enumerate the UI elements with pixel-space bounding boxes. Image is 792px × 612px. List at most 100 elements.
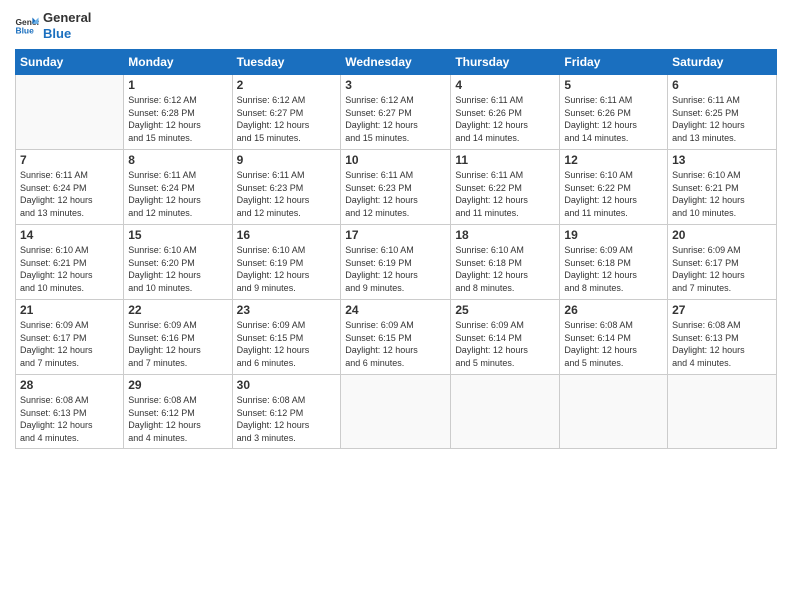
day-number: 27	[672, 303, 772, 317]
logo: General Blue General Blue	[15, 10, 91, 41]
day-number: 14	[20, 228, 119, 242]
day-info: Sunrise: 6:10 AM Sunset: 6:18 PM Dayligh…	[455, 244, 555, 294]
calendar-cell: 5 Sunrise: 6:11 AM Sunset: 6:26 PM Daylig…	[560, 75, 668, 150]
calendar-cell	[341, 375, 451, 448]
day-number: 28	[20, 378, 119, 392]
logo-icon: General Blue	[15, 16, 39, 36]
day-info: Sunrise: 6:09 AM Sunset: 6:15 PM Dayligh…	[237, 319, 337, 369]
day-info: Sunrise: 6:12 AM Sunset: 6:27 PM Dayligh…	[237, 94, 337, 144]
day-number: 1	[128, 78, 227, 92]
day-number: 5	[564, 78, 663, 92]
day-info: Sunrise: 6:09 AM Sunset: 6:18 PM Dayligh…	[564, 244, 663, 294]
col-header-wednesday: Wednesday	[341, 50, 451, 75]
day-number: 22	[128, 303, 227, 317]
calendar-cell: 26 Sunrise: 6:08 AM Sunset: 6:14 PM Dayli…	[560, 300, 668, 375]
logo-text-blue: Blue	[43, 26, 91, 42]
col-header-sunday: Sunday	[16, 50, 124, 75]
day-info: Sunrise: 6:09 AM Sunset: 6:17 PM Dayligh…	[20, 319, 119, 369]
calendar-cell: 30 Sunrise: 6:08 AM Sunset: 6:12 PM Dayli…	[232, 375, 341, 448]
day-info: Sunrise: 6:11 AM Sunset: 6:24 PM Dayligh…	[128, 169, 227, 219]
day-info: Sunrise: 6:10 AM Sunset: 6:22 PM Dayligh…	[564, 169, 663, 219]
day-number: 2	[237, 78, 337, 92]
calendar-cell: 28 Sunrise: 6:08 AM Sunset: 6:13 PM Dayli…	[16, 375, 124, 448]
day-info: Sunrise: 6:11 AM Sunset: 6:24 PM Dayligh…	[20, 169, 119, 219]
calendar-cell: 10 Sunrise: 6:11 AM Sunset: 6:23 PM Dayli…	[341, 150, 451, 225]
day-info: Sunrise: 6:10 AM Sunset: 6:21 PM Dayligh…	[672, 169, 772, 219]
calendar-cell: 4 Sunrise: 6:11 AM Sunset: 6:26 PM Daylig…	[451, 75, 560, 150]
day-info: Sunrise: 6:09 AM Sunset: 6:15 PM Dayligh…	[345, 319, 446, 369]
day-info: Sunrise: 6:12 AM Sunset: 6:28 PM Dayligh…	[128, 94, 227, 144]
day-number: 11	[455, 153, 555, 167]
calendar-cell: 29 Sunrise: 6:08 AM Sunset: 6:12 PM Dayli…	[124, 375, 232, 448]
day-number: 23	[237, 303, 337, 317]
day-number: 19	[564, 228, 663, 242]
calendar-cell	[668, 375, 777, 448]
calendar-cell: 13 Sunrise: 6:10 AM Sunset: 6:21 PM Dayli…	[668, 150, 777, 225]
calendar-cell: 8Sunrise: 6:11 AM Sunset: 6:24 PM Daylig…	[124, 150, 232, 225]
calendar: SundayMondayTuesdayWednesdayThursdayFrid…	[15, 49, 777, 448]
day-number: 4	[455, 78, 555, 92]
day-number: 17	[345, 228, 446, 242]
col-header-monday: Monday	[124, 50, 232, 75]
calendar-cell: 25 Sunrise: 6:09 AM Sunset: 6:14 PM Dayli…	[451, 300, 560, 375]
calendar-cell: 18 Sunrise: 6:10 AM Sunset: 6:18 PM Dayli…	[451, 225, 560, 300]
day-info: Sunrise: 6:09 AM Sunset: 6:14 PM Dayligh…	[455, 319, 555, 369]
calendar-cell: 16 Sunrise: 6:10 AM Sunset: 6:19 PM Dayli…	[232, 225, 341, 300]
col-header-thursday: Thursday	[451, 50, 560, 75]
day-number: 26	[564, 303, 663, 317]
calendar-cell: 19 Sunrise: 6:09 AM Sunset: 6:18 PM Dayli…	[560, 225, 668, 300]
day-number: 15	[128, 228, 227, 242]
calendar-cell: 17 Sunrise: 6:10 AM Sunset: 6:19 PM Dayli…	[341, 225, 451, 300]
day-info: Sunrise: 6:08 AM Sunset: 6:12 PM Dayligh…	[237, 394, 337, 444]
calendar-cell: 12Sunrise: 6:10 AM Sunset: 6:22 PM Dayli…	[560, 150, 668, 225]
day-number: 13	[672, 153, 772, 167]
day-info: Sunrise: 6:11 AM Sunset: 6:23 PM Dayligh…	[345, 169, 446, 219]
day-number: 18	[455, 228, 555, 242]
day-info: Sunrise: 6:11 AM Sunset: 6:26 PM Dayligh…	[564, 94, 663, 144]
day-number: 16	[237, 228, 337, 242]
calendar-cell: 23 Sunrise: 6:09 AM Sunset: 6:15 PM Dayli…	[232, 300, 341, 375]
header: General Blue General Blue	[15, 10, 777, 41]
day-info: Sunrise: 6:11 AM Sunset: 6:22 PM Dayligh…	[455, 169, 555, 219]
day-number: 29	[128, 378, 227, 392]
day-info: Sunrise: 6:08 AM Sunset: 6:14 PM Dayligh…	[564, 319, 663, 369]
day-info: Sunrise: 6:11 AM Sunset: 6:23 PM Dayligh…	[237, 169, 337, 219]
day-info: Sunrise: 6:10 AM Sunset: 6:21 PM Dayligh…	[20, 244, 119, 294]
day-number: 25	[455, 303, 555, 317]
day-info: Sunrise: 6:11 AM Sunset: 6:26 PM Dayligh…	[455, 94, 555, 144]
calendar-cell: 11 Sunrise: 6:11 AM Sunset: 6:22 PM Dayli…	[451, 150, 560, 225]
day-number: 21	[20, 303, 119, 317]
day-info: Sunrise: 6:08 AM Sunset: 6:13 PM Dayligh…	[672, 319, 772, 369]
day-number: 10	[345, 153, 446, 167]
calendar-cell: 15 Sunrise: 6:10 AM Sunset: 6:20 PM Dayli…	[124, 225, 232, 300]
day-info: Sunrise: 6:08 AM Sunset: 6:12 PM Dayligh…	[128, 394, 227, 444]
calendar-cell: 20 Sunrise: 6:09 AM Sunset: 6:17 PM Dayli…	[668, 225, 777, 300]
calendar-cell: 21 Sunrise: 6:09 AM Sunset: 6:17 PM Dayli…	[16, 300, 124, 375]
col-header-tuesday: Tuesday	[232, 50, 341, 75]
day-number: 3	[345, 78, 446, 92]
day-info: Sunrise: 6:11 AM Sunset: 6:25 PM Dayligh…	[672, 94, 772, 144]
day-info: Sunrise: 6:09 AM Sunset: 6:17 PM Dayligh…	[672, 244, 772, 294]
calendar-cell: 22 Sunrise: 6:09 AM Sunset: 6:16 PM Dayli…	[124, 300, 232, 375]
calendar-cell	[16, 75, 124, 150]
day-number: 9	[237, 153, 337, 167]
col-header-friday: Friday	[560, 50, 668, 75]
logo-text-general: General	[43, 10, 91, 26]
calendar-cell: 3 Sunrise: 6:12 AM Sunset: 6:27 PM Daylig…	[341, 75, 451, 150]
day-info: Sunrise: 6:08 AM Sunset: 6:13 PM Dayligh…	[20, 394, 119, 444]
day-info: Sunrise: 6:12 AM Sunset: 6:27 PM Dayligh…	[345, 94, 446, 144]
calendar-cell: 6 Sunrise: 6:11 AM Sunset: 6:25 PM Daylig…	[668, 75, 777, 150]
day-info: Sunrise: 6:09 AM Sunset: 6:16 PM Dayligh…	[128, 319, 227, 369]
calendar-cell: 2 Sunrise: 6:12 AM Sunset: 6:27 PM Daylig…	[232, 75, 341, 150]
day-number: 30	[237, 378, 337, 392]
svg-text:Blue: Blue	[15, 25, 34, 35]
col-header-saturday: Saturday	[668, 50, 777, 75]
day-number: 20	[672, 228, 772, 242]
day-info: Sunrise: 6:10 AM Sunset: 6:20 PM Dayligh…	[128, 244, 227, 294]
day-number: 24	[345, 303, 446, 317]
calendar-cell: 14 Sunrise: 6:10 AM Sunset: 6:21 PM Dayli…	[16, 225, 124, 300]
day-info: Sunrise: 6:10 AM Sunset: 6:19 PM Dayligh…	[345, 244, 446, 294]
day-number: 7	[20, 153, 119, 167]
day-info: Sunrise: 6:10 AM Sunset: 6:19 PM Dayligh…	[237, 244, 337, 294]
day-number: 6	[672, 78, 772, 92]
